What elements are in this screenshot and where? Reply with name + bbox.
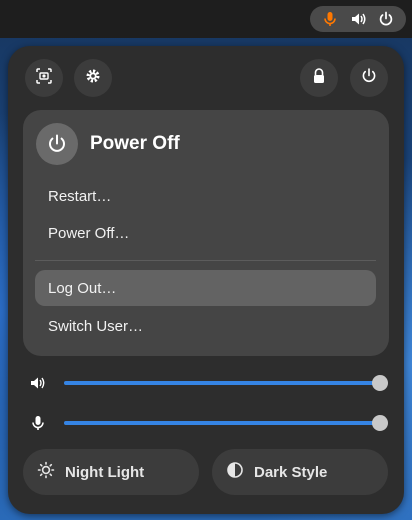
power-icon bbox=[36, 123, 78, 165]
volume-slider[interactable] bbox=[64, 375, 388, 391]
power-submenu: Power Off Restart… Power Off… Log Out… S… bbox=[23, 110, 389, 356]
volume-slider-fill bbox=[64, 381, 380, 385]
system-tray[interactable] bbox=[310, 6, 406, 32]
power-off-item[interactable]: Power Off… bbox=[35, 215, 376, 251]
log-out-item[interactable]: Log Out… bbox=[35, 270, 376, 306]
power-icon bbox=[360, 67, 378, 90]
microphone-slider[interactable] bbox=[64, 415, 388, 431]
microphone-slider-row bbox=[28, 411, 388, 435]
switch-user-item[interactable]: Switch User… bbox=[35, 308, 376, 344]
microphone-slider-knob[interactable] bbox=[372, 415, 388, 431]
restart-item[interactable]: Restart… bbox=[35, 178, 376, 214]
night-light-toggle[interactable]: Night Light bbox=[23, 449, 199, 495]
contrast-icon bbox=[226, 461, 244, 484]
dark-style-toggle[interactable]: Dark Style bbox=[212, 449, 388, 495]
screenshot-button[interactable] bbox=[25, 59, 63, 97]
microphone-slider-fill bbox=[64, 421, 380, 425]
volume-icon bbox=[347, 8, 369, 30]
microphone-icon[interactable] bbox=[28, 413, 48, 433]
lock-button[interactable] bbox=[300, 59, 338, 97]
brightness-icon bbox=[37, 461, 55, 484]
speaker-icon[interactable] bbox=[28, 373, 48, 393]
top-bar bbox=[0, 0, 412, 38]
power-icon bbox=[375, 8, 397, 30]
dark-style-label: Dark Style bbox=[254, 463, 328, 481]
power-submenu-header: Power Off bbox=[36, 123, 180, 165]
night-light-label: Night Light bbox=[65, 463, 145, 481]
volume-slider-knob[interactable] bbox=[372, 375, 388, 391]
screenshot-icon bbox=[35, 67, 53, 90]
power-button[interactable] bbox=[350, 59, 388, 97]
menu-separator bbox=[35, 260, 376, 261]
quick-settings-menu: Power Off Restart… Power Off… Log Out… S… bbox=[8, 46, 404, 514]
power-submenu-title: Power Off bbox=[90, 133, 180, 154]
volume-slider-row bbox=[28, 371, 388, 395]
microphone-icon bbox=[319, 8, 341, 30]
lock-icon bbox=[310, 67, 328, 90]
settings-button[interactable] bbox=[74, 59, 112, 97]
gear-icon bbox=[84, 67, 102, 90]
